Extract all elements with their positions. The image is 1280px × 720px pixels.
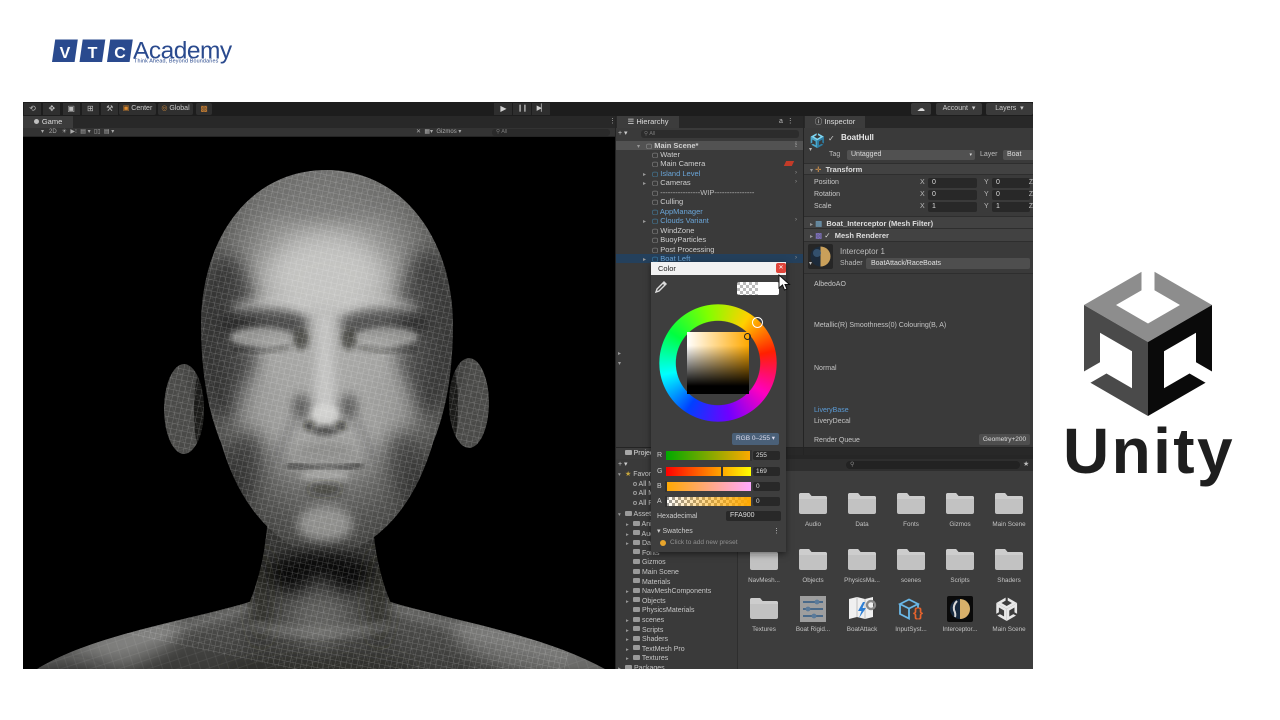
svg-text:V: V xyxy=(60,45,71,62)
svg-text:Think Ahead, Beyond Boundaries: Think Ahead, Beyond Boundaries xyxy=(134,59,219,65)
svg-text:C: C xyxy=(114,45,126,62)
svg-text:{}: {} xyxy=(913,605,923,620)
svg-text:T: T xyxy=(88,45,98,62)
